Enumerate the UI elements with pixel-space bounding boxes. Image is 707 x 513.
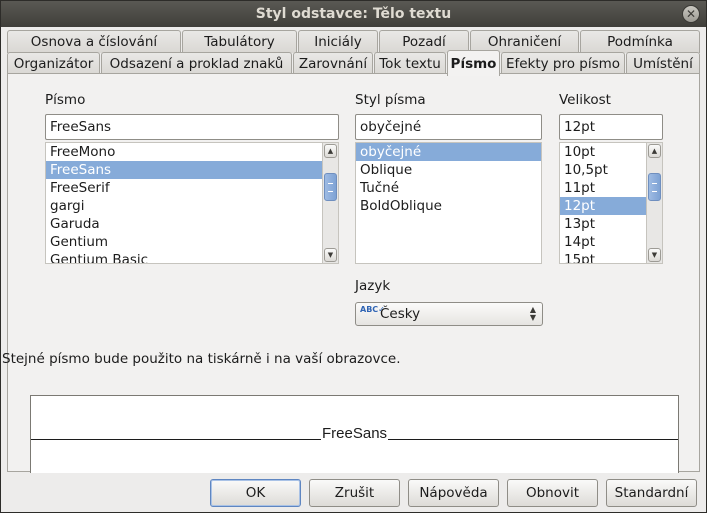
list-item[interactable]: FreeSerif	[46, 179, 338, 197]
scroll-up-icon[interactable]: ▲	[324, 144, 337, 158]
list-item[interactable]: BoldOblique	[356, 197, 541, 215]
standard-button[interactable]: Standardní	[606, 479, 697, 507]
reset-button[interactable]: Obnovit	[507, 479, 598, 507]
scroll-thumb[interactable]	[324, 173, 337, 201]
scroll-down-icon[interactable]: ▼	[324, 248, 337, 262]
font-tab-panel: Písmo FreeSans FreeMono FreeSans FreeSerif…	[2, 73, 700, 473]
window-title: Styl odstavce: Tělo textu	[255, 6, 452, 22]
list-item[interactable]: gargi	[46, 197, 338, 215]
help-button[interactable]: Nápověda	[408, 479, 499, 507]
scroll-up-icon[interactable]: ▲	[648, 144, 661, 158]
font-list[interactable]: FreeMono FreeSans FreeSerif gargi Garuda Gent…	[45, 142, 339, 264]
close-icon[interactable]: ✕	[682, 5, 700, 23]
list-item[interactable]: Tučné	[356, 179, 541, 197]
list-item[interactable]: Gentium Basic	[46, 251, 338, 263]
tab-text-flow[interactable]: Tok textu	[374, 52, 446, 75]
tab-organizer[interactable]: Organizátor	[7, 52, 100, 75]
tab-font-effects[interactable]: Efekty pro písmo	[501, 52, 625, 75]
tab-alignment[interactable]: Zarovnání	[293, 52, 373, 75]
list-item[interactable]: Gentium	[46, 233, 338, 251]
list-item[interactable]: Garuda	[46, 215, 338, 233]
tab-tabs[interactable]: Tabulátory	[182, 30, 297, 53]
list-item[interactable]: FreeMono	[46, 143, 338, 161]
font-style-list[interactable]: obyčejné Oblique Tučné BoldOblique	[355, 142, 542, 264]
tab-position[interactable]: Umístění	[626, 52, 700, 75]
font-size-input[interactable]: 12pt	[559, 114, 663, 140]
info-text: Stejné písmo bude použito na tiskárně i …	[2, 351, 401, 367]
ok-button[interactable]: OK	[210, 479, 301, 507]
font-size-list[interactable]: 10pt 10,5pt 11pt 12pt 13pt 14pt 15pt ▲ ▼	[559, 142, 663, 264]
font-style-input[interactable]: obyčejné	[355, 114, 542, 140]
font-list-rows: FreeMono FreeSans FreeSerif gargi Garuda Gent…	[46, 143, 338, 263]
chevron-up-down-icon: ▲ ▼	[529, 305, 536, 322]
font-label: Písmo	[45, 92, 86, 108]
language-select[interactable]: ABC✓ Česky ▲ ▼	[355, 302, 543, 326]
list-item[interactable]: obyčejné	[356, 143, 541, 161]
list-item[interactable]: FreeSans	[46, 161, 338, 179]
title-bar: Styl odstavce: Tělo textu ✕	[1, 1, 706, 27]
cancel-button[interactable]: Zrušit	[309, 479, 400, 507]
font-size-scrollbar[interactable]: ▲ ▼	[646, 143, 662, 263]
font-style-label: Styl písma	[355, 92, 426, 108]
scroll-thumb[interactable]	[648, 173, 661, 201]
scroll-down-icon[interactable]: ▼	[648, 248, 661, 262]
tab-condition[interactable]: Podmínka	[580, 30, 700, 53]
list-item[interactable]: Oblique	[356, 161, 541, 179]
font-size-label: Velikost	[559, 92, 611, 108]
language-value: Česky	[380, 306, 421, 322]
font-style-list-rows: obyčejné Oblique Tučné BoldOblique	[356, 143, 541, 215]
font-name-input[interactable]: FreeSans	[45, 114, 339, 140]
font-preview: FreeSans	[30, 395, 679, 473]
font-list-scrollbar[interactable]: ▲ ▼	[322, 143, 338, 263]
tab-drop-caps[interactable]: Iniciály	[298, 30, 378, 53]
tab-indents-spacing[interactable]: Odsazení a proklad znaků	[101, 52, 292, 75]
language-label: Jazyk	[355, 278, 391, 294]
tab-font[interactable]: Písmo	[447, 50, 500, 76]
dialog-window: Styl odstavce: Tělo textu ✕ Osnova a čís…	[0, 0, 707, 513]
tab-outline-numbering[interactable]: Osnova a číslování	[7, 30, 181, 53]
preview-text: FreeSans	[321, 425, 389, 442]
